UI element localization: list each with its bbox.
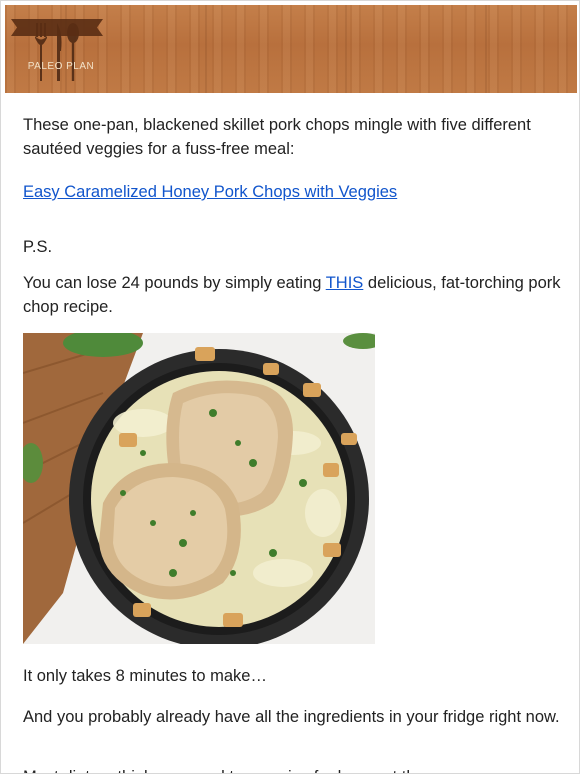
dieters-paragraph: Most dieters think you need to exercise … xyxy=(23,765,563,773)
intro-paragraph: These one-pan, blackened skillet pork ch… xyxy=(23,116,531,158)
ingredients-paragraph: And you probably already have all the in… xyxy=(23,708,560,726)
lose-text-before: You can lose 24 pounds by simply eating xyxy=(23,274,326,292)
minutes-paragraph: It only takes 8 minutes to make… xyxy=(23,667,267,685)
header-banner: PALEO PLAN xyxy=(5,5,577,93)
this-link[interactable]: THIS xyxy=(326,274,364,292)
pork-chop-skillet-image xyxy=(23,333,375,644)
logo-text: PALEO PLAN xyxy=(27,61,95,72)
recipe-link[interactable]: Easy Caramelized Honey Pork Chops with V… xyxy=(23,183,397,201)
logo-ribbon xyxy=(11,19,103,36)
pork-chop-photo[interactable] xyxy=(23,333,375,644)
paleo-plan-logo[interactable]: PALEO PLAN xyxy=(11,19,111,85)
email-frame: PALEO PLAN These one-pan, blackened skil… xyxy=(0,0,580,774)
lose-weight-paragraph: You can lose 24 pounds by simply eating … xyxy=(23,271,563,319)
ps-label: P.S. xyxy=(23,238,53,256)
recipe-link-paragraph: Easy Caramelized Honey Pork Chops with V… xyxy=(23,180,563,204)
